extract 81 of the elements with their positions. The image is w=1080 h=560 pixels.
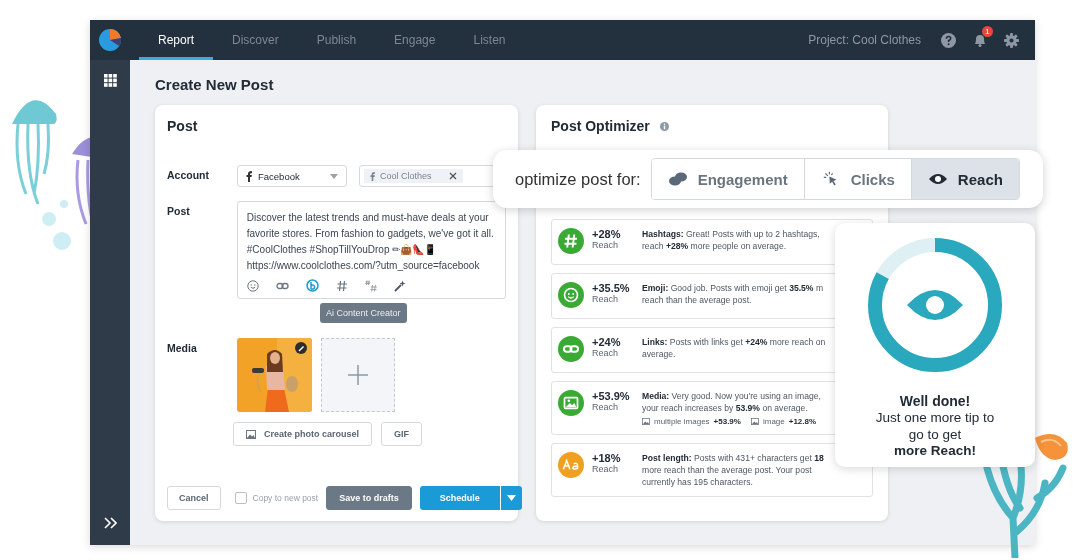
tip-percent: +24%	[592, 336, 622, 348]
caret-icon	[506, 495, 516, 501]
save-drafts-button[interactable]: Save to drafts	[326, 486, 412, 510]
tip-text: Post length: Posts with 431+ characters get 18	[642, 452, 824, 464]
image-icon	[750, 418, 759, 425]
card-title: Post	[167, 118, 198, 134]
bell-icon[interactable]	[972, 32, 988, 48]
goal-tab[interactable]: Reach	[911, 159, 1019, 199]
link-icon[interactable]	[275, 281, 289, 290]
tip-percent: +53.9%	[592, 390, 631, 402]
smiley-icon[interactable]	[246, 279, 259, 292]
nav-tab[interactable]: Listen	[454, 23, 525, 60]
facebook-icon	[370, 171, 375, 181]
schedule-menu-button[interactable]	[499, 486, 522, 510]
plus-icon	[348, 365, 368, 385]
magic-wand-icon[interactable]	[393, 279, 406, 292]
expand-icon[interactable]	[103, 517, 117, 529]
notification-badge: 1	[982, 26, 993, 37]
tip-metric: Reach	[592, 464, 619, 474]
nav-tab[interactable]: Report	[139, 23, 214, 60]
tip-text: your reach increases by 53.9% on average.	[642, 402, 809, 414]
media-type-label: multiple images	[654, 417, 710, 426]
post-text-field[interactable]: Discover the latest trends and must-have deals at your favorite stores. From fashion to gadgets, we've got it all. #CoolClothes #ShopTillYouDrop ✏👜👠📱 https://www.coolclothes.com/?utm_source=facebook	[236, 201, 506, 299]
schedule-button[interactable]: Schedule	[419, 486, 500, 510]
tip-text: Media: Very good. Now you're using an image,	[642, 390, 822, 402]
project-name: Project: Cool Clothes	[808, 33, 921, 47]
score-emphasis: more Reach!	[894, 443, 976, 458]
tooltip: Ai Content Creator	[320, 303, 407, 323]
logo-icon[interactable]	[99, 29, 121, 51]
field-label: Media	[167, 341, 198, 356]
account-select[interactable]: Facebook	[237, 165, 347, 187]
card-title: Post Optimizer	[551, 118, 650, 134]
nav-tab[interactable]: Discover	[213, 23, 298, 60]
image-icon	[246, 429, 256, 439]
help-icon[interactable]	[941, 32, 956, 48]
field-label: Account	[167, 168, 210, 183]
tip-text: Emoji: Good job. Posts with emoji get 35.5% m	[642, 282, 824, 294]
tip-text: Hashtags: Great! Posts with up to 2 hashtags,	[642, 228, 820, 240]
photo-carousel-button[interactable]: Create photo carousel	[233, 422, 373, 446]
tip-metric: Reach	[592, 348, 619, 358]
tip-text: more reach than the average post. Your post	[642, 464, 813, 476]
media-type-value: +53.9%	[713, 417, 741, 426]
image-icon	[642, 418, 650, 425]
tip-text: reach than the average post.	[642, 294, 753, 306]
tip-text: average.	[642, 348, 677, 360]
tip-text: reach +28% more people on average.	[642, 240, 788, 252]
gif-button[interactable]: GIF	[381, 422, 423, 446]
page-title: Create New Post	[155, 76, 275, 93]
goal-prompt: optimize post for:	[515, 169, 641, 189]
chat-bubbles-icon	[667, 171, 688, 187]
tip-percent: +18%	[592, 452, 622, 464]
info-icon[interactable]	[660, 122, 670, 131]
tip-metric: Reach	[592, 294, 619, 304]
tip-percent: +28%	[592, 228, 622, 240]
nav-tab[interactable]: Engage	[375, 23, 455, 60]
goal-tab[interactable]: Engagement	[651, 159, 805, 199]
apps-grid-icon[interactable]	[103, 74, 117, 87]
tip-metric: Reach	[592, 240, 619, 250]
letter-b-circle-icon[interactable]	[305, 279, 319, 292]
hashtag-icon[interactable]	[335, 279, 348, 292]
facebook-icon	[246, 170, 252, 182]
tip-text: Links: Posts with links get +24% more reach on	[642, 336, 826, 348]
checkbox-label: Copy to new post	[252, 493, 319, 503]
score-heading: Well done!	[899, 393, 971, 409]
close-icon[interactable]	[448, 172, 457, 180]
tip-percent: +35.5%	[592, 282, 631, 294]
caret-icon	[330, 173, 338, 179]
cancel-button[interactable]: Cancel	[167, 486, 221, 510]
eye-icon	[927, 171, 948, 187]
media-type-value: +12.8%	[788, 417, 817, 426]
progress-ring-track	[876, 238, 936, 280]
tip-metric: Reach	[592, 402, 619, 412]
hashtags-icon[interactable]	[364, 279, 377, 292]
field-label: Post	[167, 204, 191, 219]
settings-icon[interactable]	[1004, 32, 1019, 48]
eye-icon	[907, 290, 963, 320]
profile-tag[interactable]: Cool Clothes	[364, 169, 463, 183]
nav-tab[interactable]: Publish	[297, 23, 376, 60]
tip-text: currently has 195 characters.	[642, 476, 754, 488]
checkbox[interactable]	[234, 492, 247, 504]
media-type-label: image	[762, 417, 785, 426]
